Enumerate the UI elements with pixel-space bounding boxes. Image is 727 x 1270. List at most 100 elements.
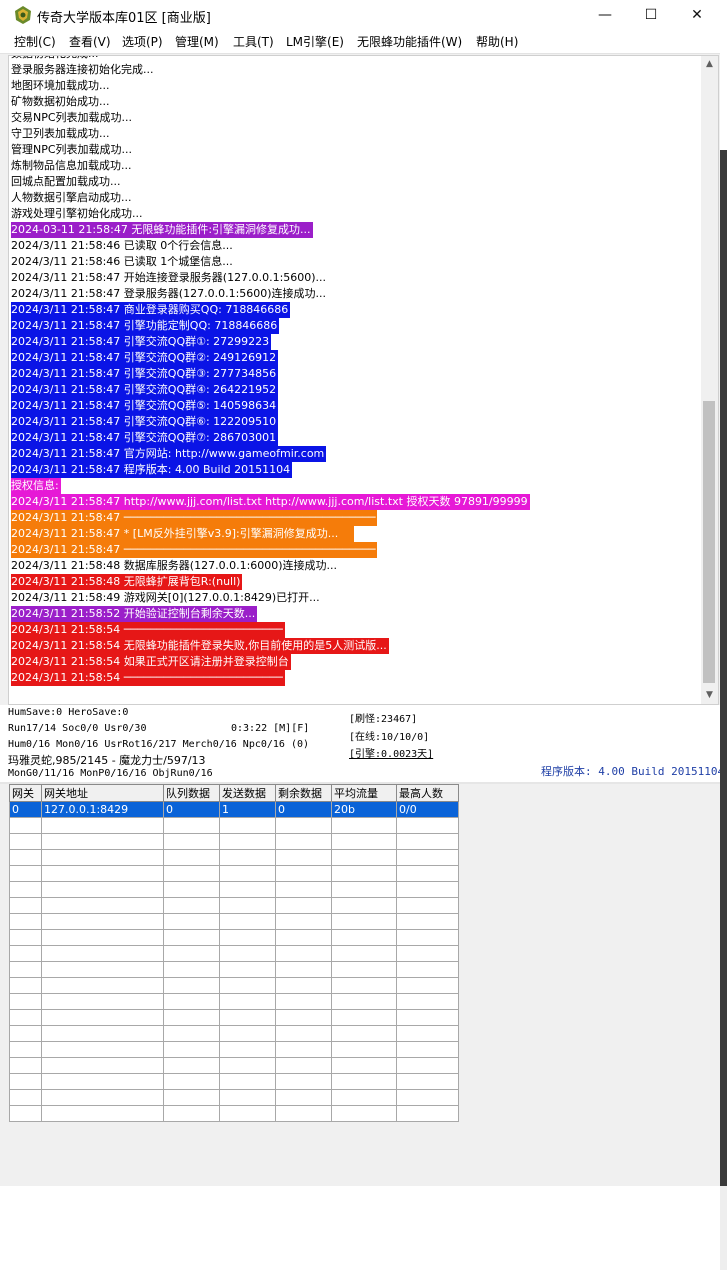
log-line: 2024/3/11 21:58:52 开始验证控制台剩余天数... — [11, 606, 258, 622]
empty-row[interactable] — [9, 961, 459, 978]
empty-row[interactable] — [9, 817, 459, 834]
status-monster: 玛雅灵蛇,985/2145 - 魔龙力士/597/13 — [8, 754, 206, 767]
menu-tools[interactable]: 工具(T) — [233, 33, 274, 50]
log-line: 2024/3/11 21:58:54 ─────────────────────… — [11, 622, 285, 638]
log-scrollbar[interactable]: ▲ ▼ — [701, 55, 719, 705]
menu-lm-engine[interactable]: LM引擎(E) — [286, 33, 344, 50]
right-edge — [720, 0, 727, 1270]
empty-cell — [219, 929, 276, 946]
table-row[interactable]: 0 127.0.0.1:8429 0 1 0 20b 0/0 — [9, 801, 459, 818]
empty-cell — [163, 1089, 220, 1106]
empty-cell — [396, 865, 459, 882]
empty-cell — [275, 1057, 332, 1074]
column-header[interactable]: 发送数据 — [219, 784, 276, 802]
empty-row[interactable] — [9, 1073, 459, 1090]
column-header[interactable]: 网关地址 — [41, 784, 164, 802]
empty-cell — [41, 913, 164, 930]
empty-row[interactable] — [9, 865, 459, 882]
empty-cell — [275, 849, 332, 866]
column-header[interactable]: 剩余数据 — [275, 784, 332, 802]
empty-row[interactable] — [9, 993, 459, 1010]
log-line: 2024/3/11 21:58:54 ─────────────────────… — [11, 670, 285, 686]
engine-days[interactable]: [引擎:0.0023天] — [349, 745, 433, 760]
empty-row[interactable] — [9, 1041, 459, 1058]
empty-cell — [9, 1009, 42, 1026]
column-header[interactable]: 队列数据 — [163, 784, 220, 802]
column-header[interactable]: 平均流量 — [331, 784, 397, 802]
empty-row[interactable] — [9, 929, 459, 946]
empty-cell — [275, 817, 332, 834]
empty-row[interactable] — [9, 1025, 459, 1042]
log-line: 炼制物品信息加载成功... — [11, 159, 132, 172]
menu-plugin[interactable]: 无限蜂功能插件(W) — [357, 33, 462, 50]
empty-cell — [41, 1057, 164, 1074]
close-button[interactable]: ✕ — [674, 0, 720, 30]
empty-cell — [9, 1057, 42, 1074]
empty-cell — [275, 865, 332, 882]
column-header[interactable]: 网关 — [9, 784, 42, 802]
empty-cell — [41, 1025, 164, 1042]
bottom-area — [0, 1186, 720, 1270]
title-bar: 传奇大学版本库01区 [商业版] — ☐ ✕ — [0, 0, 720, 31]
empty-cell — [275, 1009, 332, 1026]
empty-cell — [396, 945, 459, 962]
menu-manage[interactable]: 管理(M) — [175, 33, 219, 50]
empty-cell — [41, 817, 164, 834]
empty-row[interactable] — [9, 913, 459, 930]
empty-row[interactable] — [9, 1089, 459, 1106]
empty-cell — [219, 881, 276, 898]
empty-cell — [41, 1089, 164, 1106]
scroll-down-icon[interactable]: ▼ — [701, 687, 718, 704]
empty-row[interactable] — [9, 897, 459, 914]
log-line: 矿物数据初始成功... — [11, 95, 110, 108]
empty-row[interactable] — [9, 1057, 459, 1074]
empty-cell — [163, 993, 220, 1010]
empty-cell — [275, 913, 332, 930]
empty-row[interactable] — [9, 849, 459, 866]
log-line: 2024/3/11 21:58:47 引擎交流QQ群②: 249126912 — [11, 350, 279, 366]
empty-cell — [9, 945, 42, 962]
log-line: 2024/3/11 21:58:47 ─────────────────────… — [11, 542, 378, 558]
menu-control[interactable]: 控制(C) — [14, 33, 56, 50]
empty-cell — [219, 1025, 276, 1042]
log-line: 2024/3/11 21:58:47 程序版本: 4.00 Build 2015… — [11, 462, 293, 478]
empty-cell — [163, 913, 220, 930]
log-line: 回城点配置加载成功... — [11, 175, 121, 188]
empty-cell — [163, 1105, 220, 1122]
empty-cell — [163, 977, 220, 994]
empty-row[interactable] — [9, 945, 459, 962]
empty-cell — [219, 977, 276, 994]
gateway-area: 网关 网关地址 队列数据 发送数据 剩余数据 平均流量 最高人数 0 127.0.0.1:84… — [0, 784, 720, 1186]
status-time: 0:3:22 [M][F] — [231, 723, 310, 734]
empty-cell — [219, 1089, 276, 1106]
empty-cell — [41, 881, 164, 898]
empty-cell — [163, 881, 220, 898]
scroll-up-icon[interactable]: ▲ — [701, 56, 718, 73]
empty-row[interactable] — [9, 1009, 459, 1026]
menu-view[interactable]: 查看(V) — [69, 33, 111, 50]
log-line: 2024/3/11 21:58:47 商业登录器购买QQ: 718846686 — [11, 302, 291, 318]
log-line: 2024/3/11 21:58:47 引擎交流QQ群⑤: 140598634 — [11, 398, 279, 414]
empty-cell — [331, 865, 397, 882]
empty-row[interactable] — [9, 1105, 459, 1122]
log-panel[interactable]: 数据初始化完成...登录服务器连接初始化完成... 地图环境加载成功... 矿物数据… — [8, 55, 702, 705]
empty-cell — [396, 1057, 459, 1074]
empty-cell — [163, 849, 220, 866]
empty-cell — [275, 1025, 332, 1042]
online-count: [在线:10/10/0] — [349, 732, 430, 743]
maximize-button[interactable]: ☐ — [628, 0, 674, 30]
menu-help[interactable]: 帮助(H) — [476, 33, 518, 50]
empty-row[interactable] — [9, 881, 459, 898]
empty-cell — [396, 833, 459, 850]
log-line: 数据初始化完成... — [11, 56, 99, 62]
empty-row[interactable] — [9, 833, 459, 850]
empty-row[interactable] — [9, 977, 459, 994]
scroll-thumb[interactable] — [703, 401, 715, 683]
empty-cell — [331, 913, 397, 930]
column-header[interactable]: 最高人数 — [396, 784, 459, 802]
log-line: 登录服务器连接初始化完成... — [11, 63, 154, 76]
menu-options[interactable]: 选项(P) — [122, 33, 163, 50]
log-line: 2024/3/11 21:58:47 引擎交流QQ群⑦: 286703001 — [11, 430, 279, 446]
empty-cell — [396, 993, 459, 1010]
minimize-button[interactable]: — — [582, 0, 628, 30]
